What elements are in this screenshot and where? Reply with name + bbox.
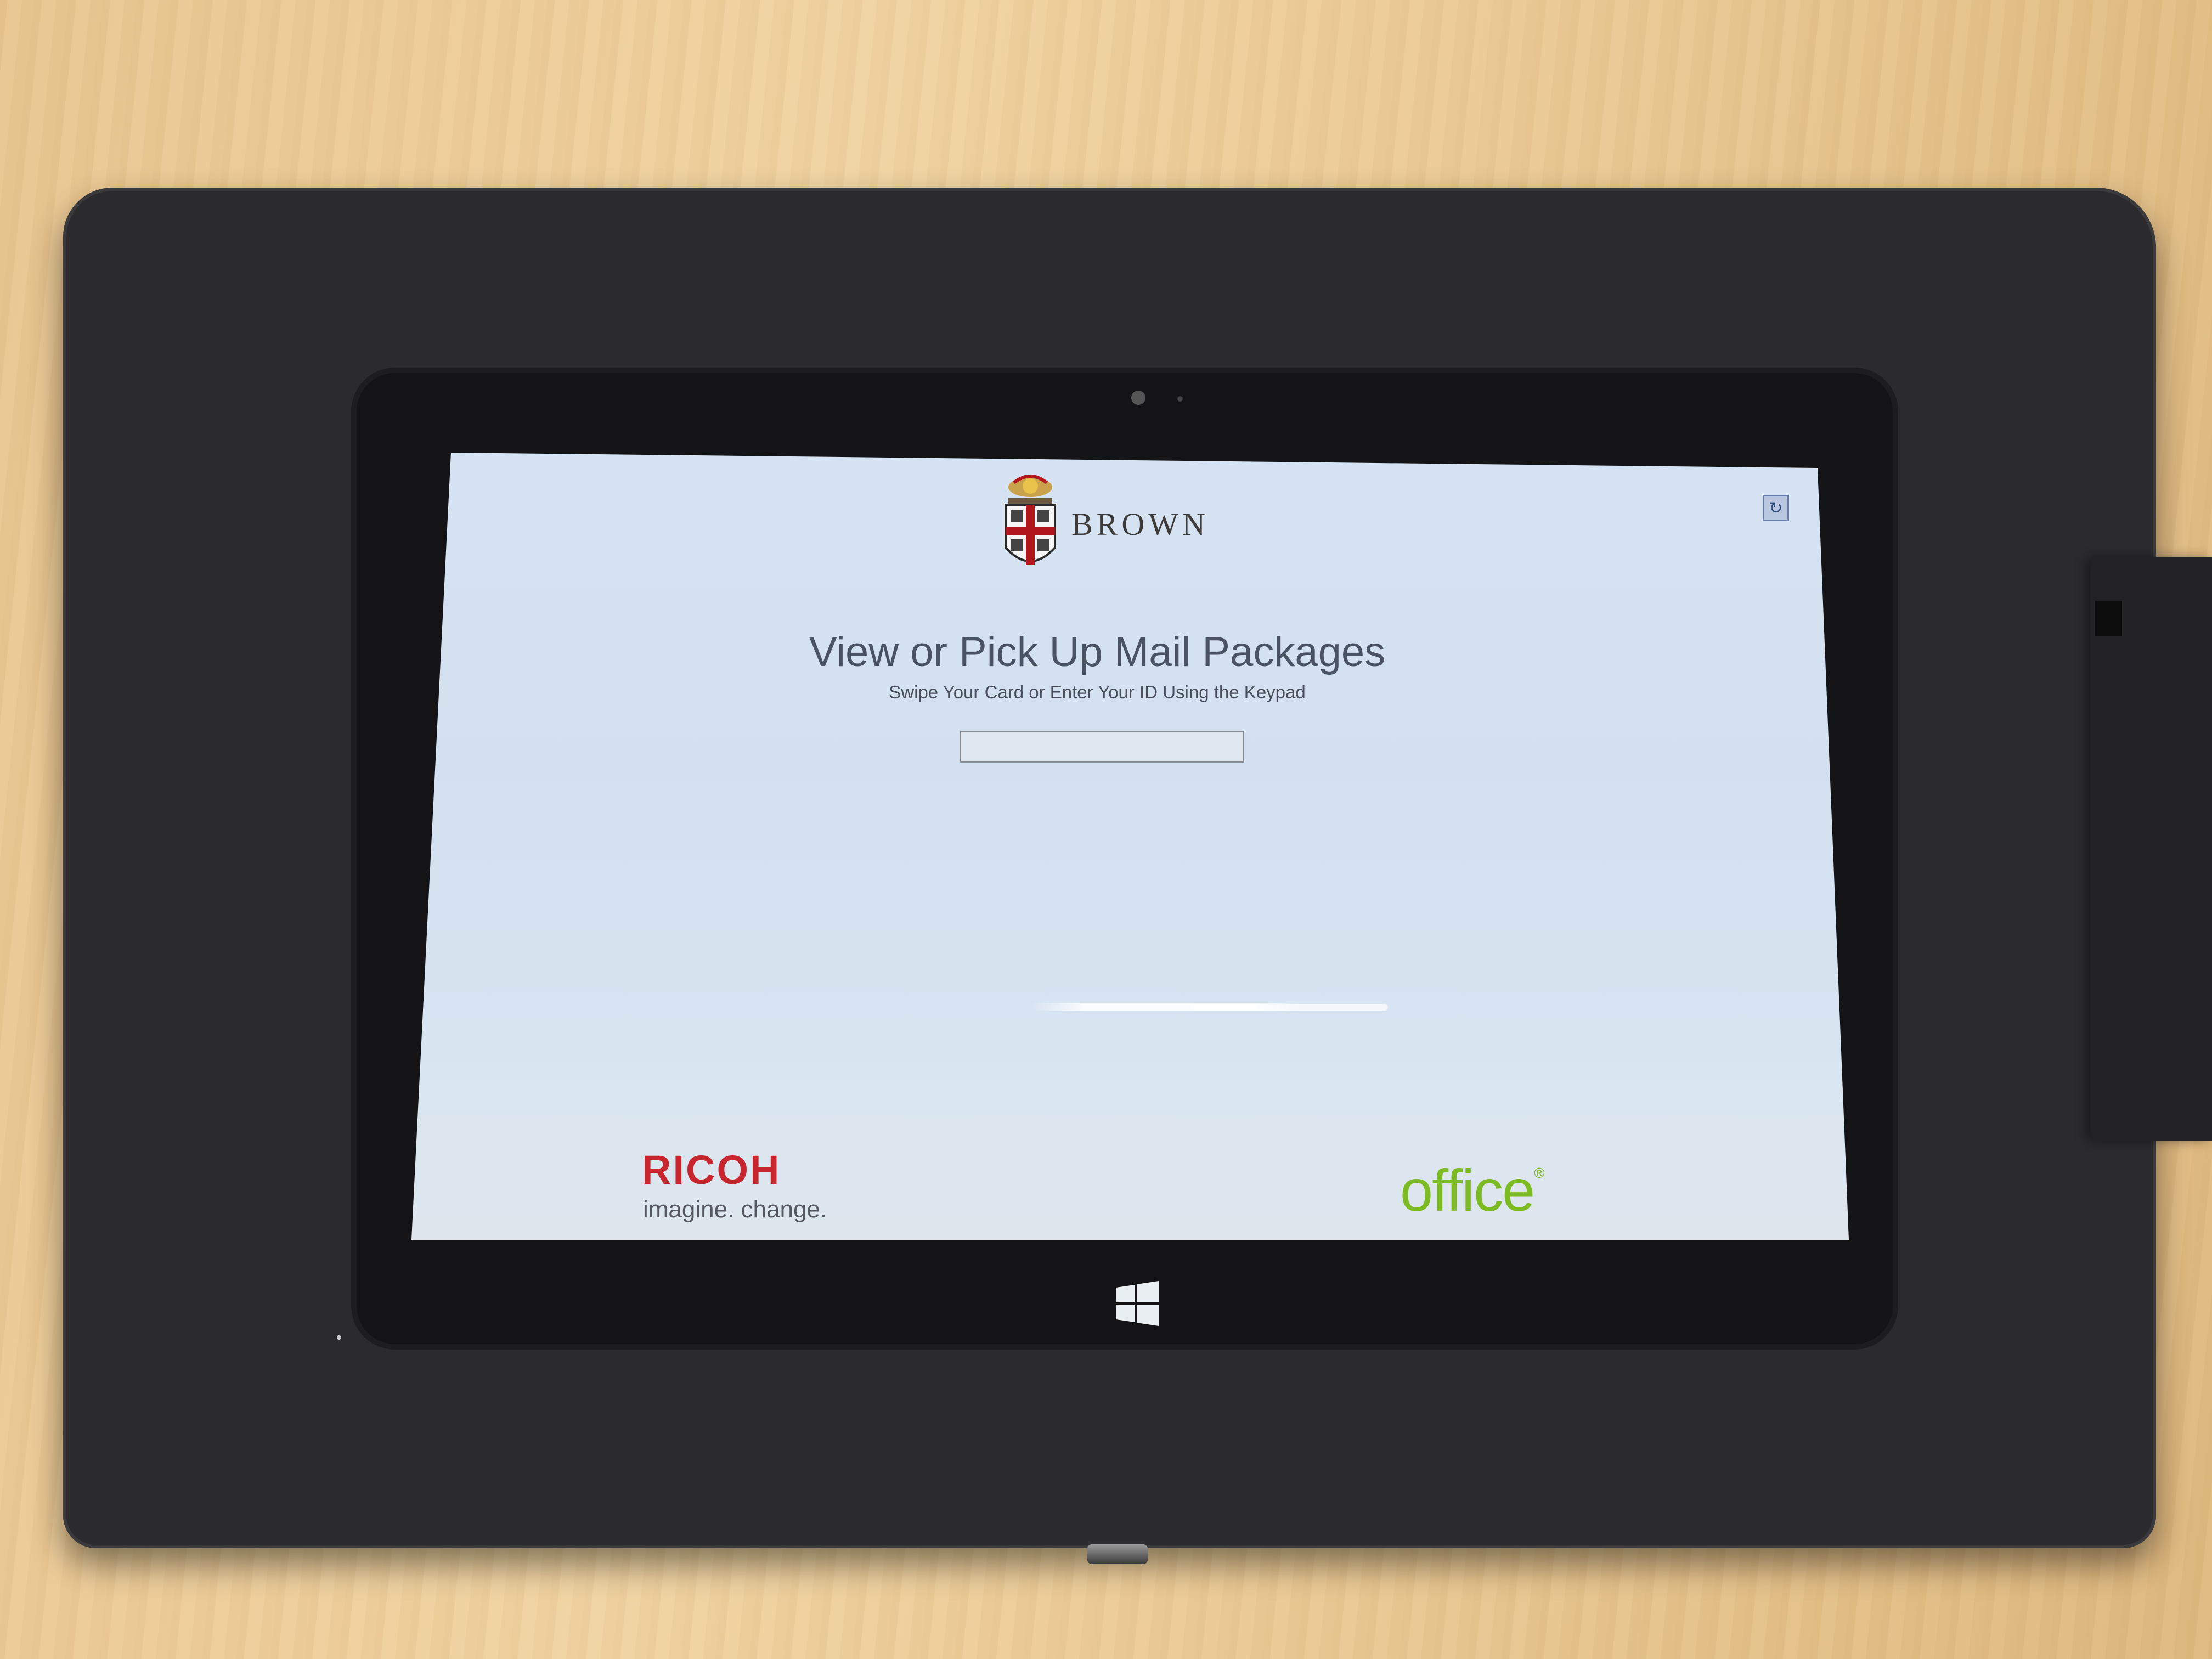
screen-glare-2: [1190, 1004, 1388, 1011]
registered-mark: ®: [1534, 1165, 1544, 1181]
page-title: View or Pick Up Mail Packages: [809, 629, 1386, 675]
kiosk-screen: [411, 453, 1849, 1240]
brown-logo-text: BROWN: [1071, 506, 1209, 542]
iofi-logo-text: office: [1400, 1157, 1535, 1223]
status-led: [337, 1335, 341, 1340]
ricoh-logo: RICOH: [642, 1147, 781, 1193]
card-slot: [2095, 601, 2122, 636]
iofi-logo: office®: [1400, 1161, 1544, 1220]
kiosk-hardware-button[interactable]: [1087, 1544, 1148, 1564]
id-input[interactable]: [960, 731, 1244, 763]
front-camera: [1131, 391, 1146, 405]
ricoh-tagline: imagine. change.: [643, 1196, 827, 1223]
brown-shield-icon: [1005, 475, 1056, 565]
page-subtitle: Swipe Your Card or Enter Your ID Using t…: [889, 682, 1306, 702]
light-sensor: [1177, 396, 1183, 402]
refresh-icon[interactable]: ↻: [1763, 495, 1789, 521]
card-reader: [2090, 557, 2212, 1141]
windows-logo-icon[interactable]: [1114, 1280, 1161, 1327]
